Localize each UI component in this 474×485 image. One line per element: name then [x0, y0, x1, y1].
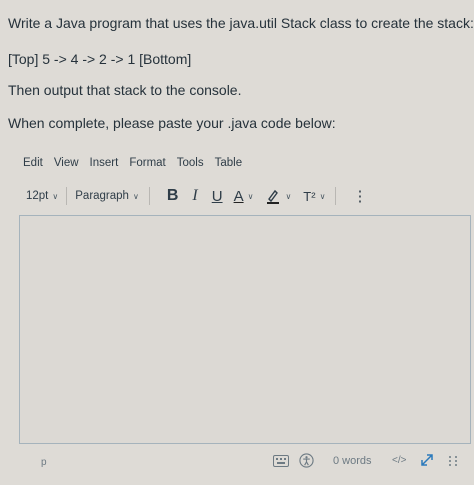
font-size-dropdown[interactable]: 12pt ∨ — [26, 190, 58, 202]
chevron-down-icon: ∨ — [52, 191, 59, 201]
font-size-value: 12pt — [26, 190, 49, 202]
menu-format[interactable]: Format — [129, 157, 165, 169]
editor-menubar: Edit View Insert Format Tools Table — [23, 157, 242, 169]
bold-button[interactable]: B — [167, 187, 179, 205]
menu-tools[interactable]: Tools — [177, 157, 204, 169]
question-line-1: Write a Java program that uses the java.… — [8, 15, 474, 31]
menu-edit[interactable]: Edit — [23, 157, 43, 169]
question-line-2: [Top] 5 -> 4 -> 2 -> 1 [Bottom] — [8, 51, 192, 67]
block-format-dropdown[interactable]: Paragraph ∨ — [75, 190, 139, 202]
chevron-down-icon: ∨ — [285, 191, 292, 201]
highlight-color-button[interactable]: ∨ — [265, 188, 291, 204]
italic-button[interactable]: I — [192, 187, 197, 205]
accessibility-icon[interactable] — [299, 453, 314, 468]
menu-insert[interactable]: Insert — [90, 157, 119, 169]
rich-text-editor[interactable] — [19, 215, 471, 444]
underline-button[interactable]: U — [212, 188, 223, 205]
chevron-down-icon: ∨ — [247, 191, 254, 201]
superscript-icon: T² — [303, 188, 316, 204]
menu-table[interactable]: Table — [215, 157, 243, 169]
resize-handle-icon[interactable] — [447, 454, 459, 468]
text-color-icon: A — [233, 187, 244, 205]
highlight-pen-icon — [267, 189, 280, 204]
editor-statusbar: p 0 words </> — [19, 448, 471, 478]
chevron-down-icon: ∨ — [319, 191, 326, 201]
keyboard-icon[interactable] — [273, 455, 289, 467]
question-line-3: Then output that stack to the console. — [8, 82, 242, 98]
block-format-value: Paragraph — [75, 190, 129, 202]
chevron-down-icon: ∨ — [132, 191, 139, 201]
toolbar-divider — [66, 187, 68, 205]
html-editor-toggle[interactable]: </> — [392, 455, 406, 466]
menu-view[interactable]: View — [54, 157, 79, 169]
element-path[interactable]: p — [41, 457, 47, 468]
more-options-icon[interactable]: ⋮ — [352, 187, 367, 205]
question-line-4: When complete, please paste your .java c… — [8, 115, 336, 131]
editor-toolbar: 12pt ∨ Paragraph ∨ B I U A ∨ ∨ T² ∨ ⋮ — [26, 183, 367, 209]
toolbar-divider — [148, 187, 150, 205]
toolbar-divider — [335, 187, 337, 205]
text-color-button[interactable]: A ∨ — [234, 188, 254, 205]
fullscreen-expand-icon[interactable] — [419, 452, 435, 468]
superscript-button[interactable]: T² ∨ — [303, 189, 325, 204]
word-count[interactable]: 0 words — [333, 455, 372, 467]
